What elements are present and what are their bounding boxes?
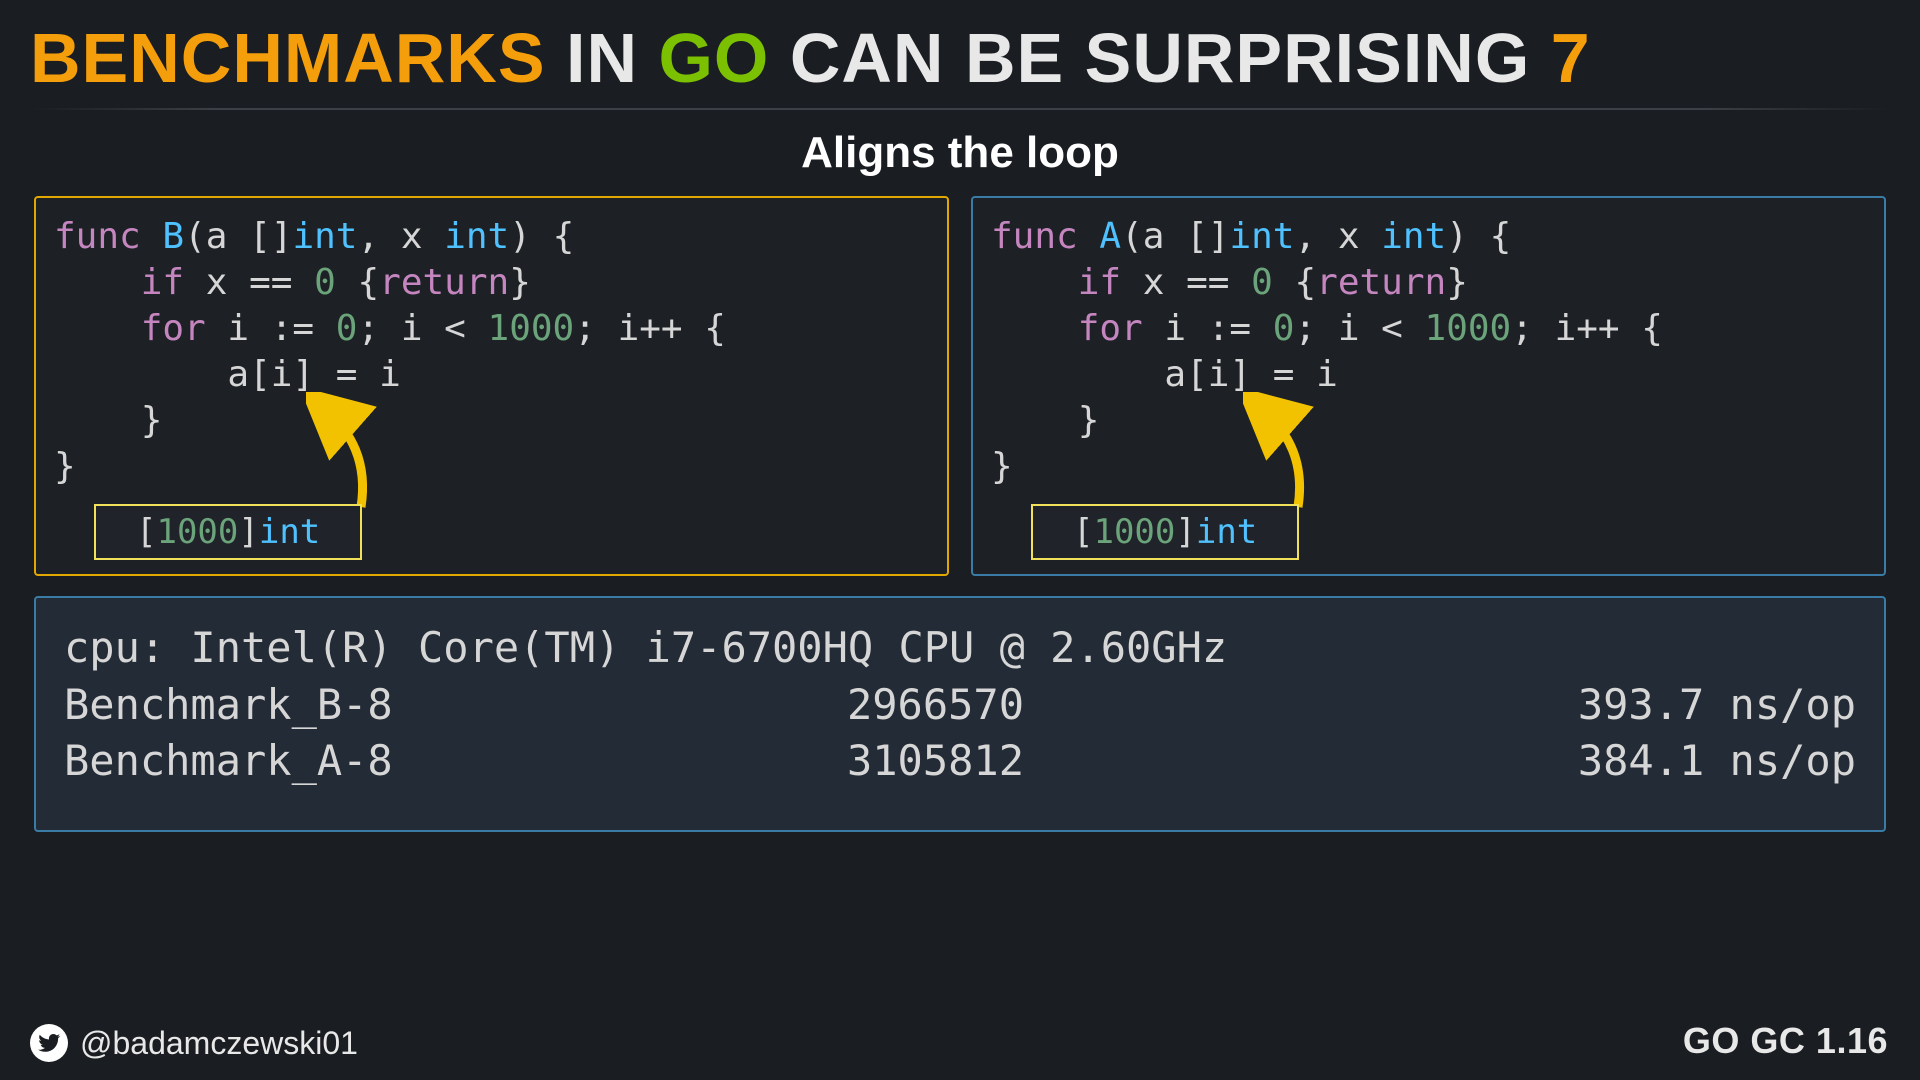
num-zero: 0 [1273,308,1295,349]
bracket-close: ] [238,512,258,552]
code-box-b: func B(a []int, x int) { if x == 0 {retu… [34,196,949,576]
func-name-b: B [162,216,184,257]
title-divider [30,108,1890,110]
code-text: ) { [1446,216,1511,257]
bench-name: Benchmark_B-8 [64,677,604,734]
benchmark-output: cpu: Intel(R) Core(TM) i7-6700HQ CPU @ 2… [34,596,1886,832]
callout-type: int [259,512,320,552]
bench-iters: 3105812 [604,733,1024,790]
type-int: int [1229,216,1294,257]
callout-size: 1000 [156,512,238,552]
bracket-open: [ [1073,512,1093,552]
code-text: (a [] [184,216,292,257]
code-text: { [1273,262,1316,303]
num-thousand: 1000 [488,308,575,349]
code-line: } [991,446,1013,487]
indent [991,262,1078,303]
func-name-a: A [1099,216,1121,257]
type-int: int [1381,216,1446,257]
bench-cpu-line: cpu: Intel(R) Core(TM) i7-6700HQ CPU @ 2… [64,620,1856,677]
bench-iters: 2966570 [604,677,1024,734]
title-word-in: IN [566,19,638,97]
num-zero: 0 [314,262,336,303]
type-int: int [292,216,357,257]
code-text: i := [206,308,336,349]
bench-name: Benchmark_A-8 [64,733,604,790]
code-text: i := [1143,308,1273,349]
code-text: } [1446,262,1468,303]
code-text: , x [357,216,444,257]
title-word-surprising: SURPRISING [1085,19,1531,97]
twitter-icon [30,1024,68,1062]
footer: @badamczewski01 [30,1024,358,1062]
code-text: ; i < [357,308,487,349]
kw-if: if [1078,262,1121,303]
code-text: } [509,262,531,303]
slide-subtitle: Aligns the loop [30,128,1890,178]
kw-func: func [991,216,1078,257]
indent [54,262,141,303]
slide: BENCHMARKS IN GO CAN BE SURPRISING 7 Ali… [0,0,1920,1080]
title-word-benchmarks: BENCHMARKS [30,19,546,97]
code-text: x == [184,262,314,303]
code-row: func B(a []int, x int) { if x == 0 {retu… [30,196,1890,576]
callout-type: int [1196,512,1257,552]
code-line: a[i] = i [54,354,401,395]
num-zero: 0 [1251,262,1273,303]
twitter-handle: @badamczewski01 [80,1025,358,1062]
type-callout-a: [1000]int [1031,504,1299,560]
num-thousand: 1000 [1425,308,1512,349]
bracket-open: [ [136,512,156,552]
kw-for: for [1078,308,1143,349]
indent [991,308,1078,349]
callout-size: 1000 [1093,512,1175,552]
title-word-can: CAN [790,19,945,97]
kw-for: for [141,308,206,349]
code-line: } [54,400,162,441]
code-text: { [336,262,379,303]
title-number: 7 [1551,19,1591,97]
go-version-label: GO GC 1.16 [1683,1020,1888,1062]
code-text: ; i < [1294,308,1424,349]
kw-return: return [1316,262,1446,303]
code-text: x == [1121,262,1251,303]
bench-nsop: 393.7 ns/op [1024,677,1856,734]
kw-func: func [54,216,141,257]
kw-return: return [379,262,509,303]
type-int: int [444,216,509,257]
kw-if: if [141,262,184,303]
bracket-close: ] [1175,512,1195,552]
num-zero: 0 [336,308,358,349]
bench-nsop: 384.1 ns/op [1024,733,1856,790]
code-a: func A(a []int, x int) { if x == 0 {retu… [991,214,1866,490]
code-b: func B(a []int, x int) { if x == 0 {retu… [54,214,929,490]
indent [54,308,141,349]
code-text: ) { [509,216,574,257]
bench-row: Benchmark_B-8 2966570 393.7 ns/op [64,677,1856,734]
slide-title: BENCHMARKS IN GO CAN BE SURPRISING 7 [30,18,1890,98]
code-line: } [54,446,76,487]
title-word-be: BE [965,19,1064,97]
code-text: (a [] [1121,216,1229,257]
code-text: , x [1294,216,1381,257]
code-box-a: func A(a []int, x int) { if x == 0 {retu… [971,196,1886,576]
code-text: ; i++ { [1511,308,1663,349]
title-word-go: GO [658,19,769,97]
bench-row: Benchmark_A-8 3105812 384.1 ns/op [64,733,1856,790]
type-callout-b: [1000]int [94,504,362,560]
code-line: a[i] = i [991,354,1338,395]
code-text: ; i++ { [574,308,726,349]
code-line: } [991,400,1099,441]
